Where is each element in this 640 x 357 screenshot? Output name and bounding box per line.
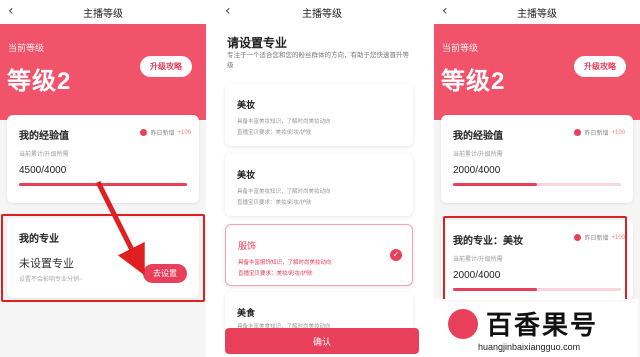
dot-icon xyxy=(574,129,582,136)
specialty-option[interactable]: 美妆 具备丰富美妆知识，了解时尚美妆动向 直播宝贝要求：美妆/彩妆/护肤 xyxy=(225,84,413,146)
nav-bar: ‹ 主播等级 xyxy=(434,0,640,24)
option-requirement: 直播宝贝要求：美妆/彩妆/护肤 xyxy=(237,200,312,206)
experience-title: 我的经验值 xyxy=(453,131,503,142)
experience-sub: 当前累计/升级所需 xyxy=(453,152,503,158)
current-level-label: 当前等级 xyxy=(442,43,479,53)
specialty-option-selected[interactable]: 服饰 具备丰富服饰知识，了解时尚美妆动向 直播宝贝要求：美妆/彩妆/护肤 ✓ xyxy=(225,224,413,286)
option-name: 美妆 xyxy=(237,170,256,180)
nav-title: 主播等级 xyxy=(83,8,123,20)
brand-logo-icon xyxy=(448,309,478,339)
experience-title: 我的经验值 xyxy=(19,131,69,142)
current-level: 等级2 xyxy=(7,68,72,95)
highlight-box xyxy=(1,214,205,302)
page-description: 专注于一个适合您和您的粉丝群体的方向，有助于您快速晋升等级 xyxy=(227,52,409,69)
upgrade-strategy-button[interactable]: 升级攻略 xyxy=(574,56,626,77)
experience-progress xyxy=(19,183,187,186)
current-level-label: 当前等级 xyxy=(8,43,45,53)
confirm-button[interactable]: 确认 xyxy=(225,328,419,354)
option-name: 美妆 xyxy=(237,100,256,110)
experience-progress-fill xyxy=(19,183,187,186)
brand-url: huangjinbaixiangguo.com xyxy=(478,342,581,352)
option-name: 服饰 xyxy=(238,241,257,251)
today-value: +100 xyxy=(177,129,191,136)
nav-title: 主播等级 xyxy=(517,8,557,20)
nav-title: 主播等级 xyxy=(302,8,342,20)
level-hero: 当前等级 等级2 升级攻略 xyxy=(434,24,640,120)
option-name: 美食 xyxy=(237,308,256,318)
option-desc: 具备丰富服饰知识，了解时尚美妆动向 xyxy=(238,260,332,266)
nav-bar: ‹ 主播等级 xyxy=(0,0,206,24)
highlight-box xyxy=(443,216,627,302)
page-title: 请设置专业 xyxy=(227,36,288,50)
specialty-option[interactable]: 美食 具备丰富美食知识，了解时尚美妆动向 xyxy=(225,292,413,332)
today-value: +100 xyxy=(611,129,625,136)
experience-progress-fill xyxy=(453,183,537,186)
level-hero: 当前等级 等级2 升级攻略 xyxy=(0,24,206,120)
upgrade-strategy-button[interactable]: 升级攻略 xyxy=(140,56,192,77)
level-screen-before: ‹ 主播等级 当前等级 等级2 升级攻略 我的经验值 昨日新增 +100 当前累… xyxy=(0,0,206,357)
today-label: 昨日新增 xyxy=(584,131,609,137)
chevron-left-icon[interactable]: ‹ xyxy=(8,3,14,19)
chevron-left-icon[interactable]: ‹ xyxy=(442,3,448,19)
option-requirement: 直播宝贝要求：美妆/彩妆/护肤 xyxy=(237,130,312,136)
specialty-select-screen: ‹ 主播等级 请设置专业 专注于一个适合您和您的粉丝群体的方向，有助于您快速晋升… xyxy=(217,0,427,357)
current-level: 等级2 xyxy=(441,68,506,95)
check-icon: ✓ xyxy=(390,249,402,261)
option-desc: 具备丰富美妆知识，了解时尚美妆动向 xyxy=(237,119,331,125)
experience-value: 4500/4000 xyxy=(19,165,67,176)
today-label: 昨日新增 xyxy=(150,131,175,137)
experience-progress xyxy=(453,183,621,186)
experience-value: 2000/4000 xyxy=(453,165,501,176)
watermark: 百香果号 huangjinbaixiangguo.com xyxy=(432,299,638,357)
dot-icon xyxy=(140,129,148,136)
experience-card: 我的经验值 昨日新增 +100 当前累计/升级所需 4500/4000 xyxy=(7,115,199,203)
brand-name: 百香果号 xyxy=(486,311,599,341)
option-desc: 具备丰富美妆知识，了解时尚美妆动向 xyxy=(237,189,331,195)
today-increase: 昨日新增 +100 xyxy=(574,128,625,137)
specialty-option[interactable]: 美妆 具备丰富美妆知识，了解时尚美妆动向 直播宝贝要求：美妆/彩妆/护肤 xyxy=(225,154,413,216)
chevron-left-icon[interactable]: ‹ xyxy=(225,3,231,19)
experience-card: 我的经验值 昨日新增 +100 当前累计/升级所需 2000/4000 xyxy=(441,115,633,203)
today-increase: 昨日新增 +100 xyxy=(140,128,191,137)
nav-bar: ‹ 主播等级 xyxy=(217,0,427,24)
option-requirement: 直播宝贝要求：美妆/彩妆/护肤 xyxy=(238,271,313,277)
experience-sub: 当前累计/升级所需 xyxy=(19,152,69,158)
